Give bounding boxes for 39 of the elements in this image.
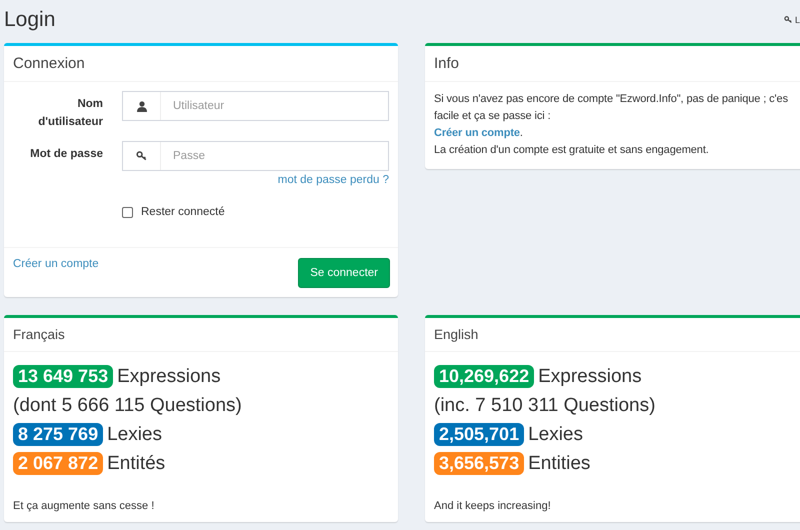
count-badge: 2,505,701 [434,423,524,446]
login-link[interactable]: L [784,15,800,25]
login-button[interactable]: Se connecter [298,258,390,288]
info-text: facile et ça se passe ici : [434,109,552,124]
lost-password-link[interactable]: mot de passe perdu ? [122,174,389,186]
card-title: English [434,327,480,342]
key-icon [136,151,148,161]
count-badge: 13 649 753 [13,365,114,388]
stat-note: (inc. 7 510 311 Questions) [434,394,656,416]
count-badge: 2 067 872 [13,452,104,475]
card-title: Info [434,55,460,72]
field-label: Nom d'utilisateur [37,97,103,130]
checkbox-label: Rester connecté [141,206,225,218]
stat-note: (dont 5 666 115 Questions) [13,394,242,416]
punctuation: . [520,127,523,139]
stat-label: Expressions [538,366,642,388]
stat-label: Entities [528,452,590,474]
user-icon [136,100,146,112]
card-title: Français [13,327,66,342]
footer-text: Et ça augmente sans cesse ! [13,500,156,512]
create-account-link[interactable]: Créer un compte [434,127,520,139]
stat-label: Expressions [117,366,221,388]
info-text: Si vous n'avez pas encore de compte "Ezword.Info", pas de panique ; c'es [434,92,789,107]
count-badge: 10,269,622 [434,365,534,388]
stat-label: Entités [107,452,166,474]
field-label: Mot de passe [29,147,103,162]
stat-label: Lexies [107,424,162,446]
count-badge: 3,656,573 [434,452,524,475]
key-icon [784,16,793,24]
input-group[interactable]: Passe [122,141,389,171]
stat-label: Lexies [528,424,583,446]
card-title: Connexion [13,55,86,72]
create-account-link[interactable]: Créer un compte [13,258,99,270]
checkbox[interactable] [122,206,133,218]
footer-text: And it keeps increasing! [434,500,552,512]
count-badge: 8 275 769 [13,423,104,446]
page-title: Login [4,8,56,32]
input-group[interactable]: Utilisateur [122,91,389,121]
info-text: La création d'un compte est gratuite et sans engagement. [434,143,710,158]
